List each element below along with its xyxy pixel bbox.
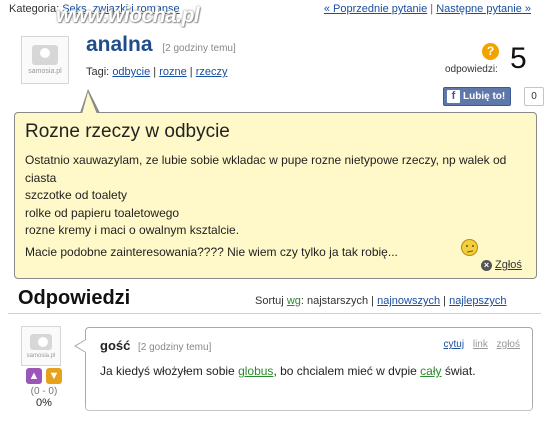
question-body: Ostatnio xauwazylam, ze lubie sobie wkla… (25, 152, 530, 240)
avatar-placeholder-icon (30, 333, 52, 350)
question-body-line: rolke od papieru toaletowego (25, 205, 180, 220)
tag-link[interactable]: odbycie (112, 66, 150, 78)
sort-separator: | (443, 295, 447, 307)
question-title-row: analna [2 godziny temu] (86, 33, 236, 57)
bottom-fade (0, 404, 549, 424)
answers-count-label: odpowiedzi: (445, 64, 498, 75)
question-time: [2 godziny temu] (162, 43, 236, 54)
thumbs-up-icon[interactable]: ▲ (26, 368, 42, 384)
answer-bubble-tail-fill (76, 340, 86, 352)
confused-smiley-icon (461, 239, 478, 256)
answers-heading: Odpowiedzi (18, 287, 131, 309)
answer-text-part: Ja kiedyś włożyłem sobie (100, 364, 239, 378)
answers-count-value: 5 (510, 42, 527, 75)
like-label: Lubię to! (463, 91, 506, 102)
answer-box: gość [2 godziny temu] cytuj link zgłoś J… (85, 327, 533, 411)
question-tags: Tagi: odbycie | rozne | rzeczy (86, 66, 228, 78)
close-icon: × (481, 259, 492, 271)
divider (8, 313, 541, 314)
speech-bubble-tail-fill (82, 92, 97, 114)
avatar-brand: samosia.pl (26, 352, 56, 359)
report-answer-link[interactable]: zgłoś (497, 339, 520, 350)
vote-count: (0 - 0) (30, 386, 58, 397)
answer-author-avatar[interactable]: samosia.pl (21, 326, 61, 366)
tag-link[interactable]: rzeczy (196, 66, 228, 78)
question-body-line: szczotke od toalety (25, 188, 128, 202)
answer-voting: ▲ ▼ (0 - 0) 0% (22, 368, 66, 409)
answer-text-part: świat. (441, 364, 476, 378)
quote-link[interactable]: cytuj (444, 339, 465, 350)
previous-question-link[interactable]: « Poprzednie pytanie (324, 3, 427, 15)
facebook-icon: f (447, 90, 460, 103)
question-content-box: Rozne rzeczy w odbycie Ostatnio xauwazyl… (14, 112, 537, 279)
tags-label: Tagi: (86, 66, 110, 78)
question-closing-line: Macie podobne zainteresowania???? Nie wi… (25, 245, 398, 259)
report-label: Zgłoś (495, 259, 522, 271)
category-label: Kategoria: (9, 3, 60, 15)
next-question-link[interactable]: Następne pytanie » (436, 3, 531, 15)
answer-author: gość (100, 338, 131, 353)
like-count: 0 (524, 87, 544, 106)
question-heading: Rozne rzeczy w odbycie (25, 121, 230, 142)
nav-separator: | (430, 3, 434, 15)
avatar-brand: samosia.pl (28, 68, 62, 75)
avatar-placeholder-icon (32, 45, 58, 65)
answer-text: Ja kiedyś włożyłem sobie globus, bo chci… (100, 363, 520, 379)
sort-best-link[interactable]: najlepszych (449, 295, 506, 307)
question-mark-icon: ? (482, 43, 499, 60)
answer-actions: cytuj link zgłoś (438, 339, 521, 350)
answer-author-row: gość [2 godziny temu] (100, 338, 211, 353)
site-watermark: www.wiocha.pl (56, 4, 200, 27)
sort-wg-link[interactable]: wg (287, 295, 301, 307)
answer-text-part: , bo chcialem mieć w dvpie (273, 364, 421, 378)
question-author-avatar[interactable]: samosia.pl (21, 36, 69, 84)
tag-link[interactable]: rozne (159, 66, 187, 78)
vote-buttons: ▲ ▼ (22, 368, 66, 384)
sort-current: : najstarszych | (300, 295, 375, 307)
question-title: analna (86, 33, 153, 56)
sort-controls: Sortuj wg: najstarszych | najnowszych | … (255, 295, 507, 307)
answer-keyword-link[interactable]: cały (420, 364, 441, 378)
thumbs-down-icon[interactable]: ▼ (46, 368, 62, 384)
question-body-line: rozne kremy i maci o owalnym ksztalcie. (25, 223, 240, 237)
answer-time: [2 godziny temu] (137, 342, 212, 353)
sort-label: Sortuj (255, 295, 284, 307)
permalink-link[interactable]: link (473, 339, 488, 350)
report-question-button[interactable]: × Zgłoś (481, 259, 522, 271)
facebook-like-button[interactable]: f Lubię to! (443, 87, 512, 106)
question-body-line: Ostatnio xauwazylam, ze lubie sobie wkla… (25, 153, 507, 185)
sort-newest-link[interactable]: najnowszych (377, 295, 440, 307)
answer-keyword-link[interactable]: globus (238, 364, 273, 378)
question-navigation: « Poprzednie pytanie | Następne pytanie … (324, 3, 531, 15)
